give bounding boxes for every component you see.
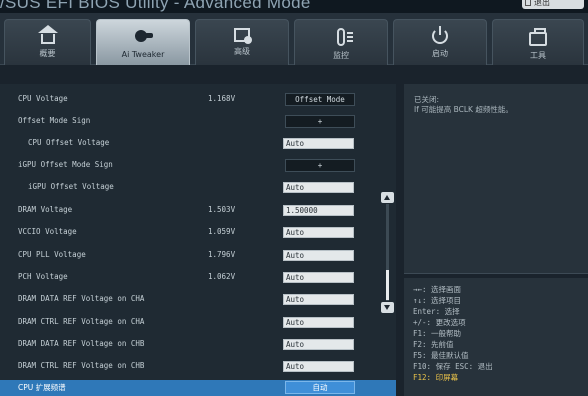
scroll-down-icon[interactable] [381,302,394,313]
key-hint: →←: 选择画面 [413,285,462,294]
tab-boot[interactable]: 启动 [393,19,487,65]
setting-row-pch-voltage[interactable]: PCH Voltage 1.062V Auto [0,268,396,288]
setting-row-igpu-offset-mode-sign[interactable]: iGPU Offset Mode Sign + [0,156,396,176]
tab-bar: 概要 Ai Tweaker 高级 监控 启动 工具 [0,13,588,65]
tab-label: 启动 [432,49,448,58]
key-legend: →←: 选择画面 ↑↓: 选择项目 Enter: 选择 +/-: 更改选项 F1… [404,278,588,396]
setting-input[interactable]: Auto [283,339,354,350]
tab-label: 高级 [234,47,250,56]
monitor-icon [337,28,353,46]
setting-value: 1.503V [208,205,236,214]
setting-input[interactable]: Auto [283,138,354,149]
tab-ai-tweaker[interactable]: Ai Tweaker [96,19,190,65]
help-panel: 已关闭: If 可能提高 BCLK 超频性能。 [404,84,588,274]
setting-label: DRAM CTRL REF Voltage on CHA [18,317,145,326]
setting-input[interactable]: Auto [283,317,354,328]
home-icon [37,25,58,44]
key-hint: F2: 先前值 [413,340,454,349]
setting-input[interactable]: Auto [283,272,354,283]
setting-label: DRAM CTRL REF Voltage on CHB [18,361,145,370]
key-hint: ↑↓: 选择项目 [413,296,462,305]
setting-label: CPU Voltage [18,94,68,103]
setting-option-button[interactable]: 自动 [285,381,355,394]
tweaker-icon [133,28,153,46]
tab-overview[interactable]: 概要 [4,19,91,65]
setting-option-button[interactable]: + [285,115,355,128]
setting-label: Offset Mode Sign [18,116,91,125]
tool-icon [529,28,547,46]
key-hint: F5: 最佳默认值 [413,351,469,360]
setting-row-dram-ctrl-ref-chb[interactable]: DRAM CTRL REF Voltage on CHB Auto [0,357,396,377]
title-bar: /SUS EFI BIOS Utility - Advanced Mode 退出 [0,0,588,13]
setting-label: CPU PLL Voltage [18,250,86,259]
tab-monitor[interactable]: 监控 [294,19,388,65]
setting-row-dram-voltage[interactable]: DRAM Voltage 1.503V 1.50000 [0,201,396,221]
setting-row-igpu-offset-voltage[interactable]: iGPU Offset Voltage Auto [0,178,396,198]
setting-input[interactable]: Auto [283,227,354,238]
setting-row-cpu-spread-spectrum[interactable]: CPU 扩展频谱 自动 [0,380,396,396]
setting-input[interactable]: Auto [283,250,354,261]
setting-label: iGPU Offset Mode Sign [18,160,113,169]
boot-icon [432,26,448,44]
scroll-thumb[interactable] [386,270,389,300]
tab-label: 监控 [333,51,349,60]
setting-value: 1.059V [208,227,236,236]
help-text-line: If 可能提高 BCLK 超频性能。 [414,105,513,114]
setting-label: CPU 扩展频谱 [18,383,66,392]
tab-advanced[interactable]: 高级 [195,19,289,65]
setting-input[interactable]: 1.50000 [283,205,354,216]
advanced-icon [234,28,252,44]
setting-label: CPU Offset Voltage [28,138,110,147]
setting-label: iGPU Offset Voltage [28,182,114,191]
settings-panel: CPU Voltage 1.168V Offset Mode Offset Mo… [0,84,396,396]
tab-tool[interactable]: 工具 [492,19,584,65]
key-hint: F10: 保存 ESC: 退出 [413,362,493,371]
setting-option-button[interactable]: + [285,159,355,172]
setting-label: DRAM DATA REF Voltage on CHA [18,294,145,303]
setting-row-vccio-voltage[interactable]: VCCIO Voltage 1.059V Auto [0,223,396,243]
app-title: /SUS EFI BIOS Utility - Advanced Mode [0,0,311,12]
setting-input[interactable]: Auto [283,361,354,372]
setting-row-dram-data-ref-cha[interactable]: DRAM DATA REF Voltage on CHA Auto [0,290,396,310]
tab-label: 工具 [530,51,546,60]
setting-row-cpu-offset-voltage[interactable]: CPU Offset Voltage Auto [0,134,396,154]
setting-value: 1.062V [208,272,236,281]
setting-value: 1.796V [208,250,236,259]
key-hint: +/-: 更改选项 [413,318,466,327]
setting-row-dram-ctrl-ref-cha[interactable]: DRAM CTRL REF Voltage on CHA Auto [0,313,396,333]
tab-label: 概要 [39,49,56,58]
setting-label: DRAM Voltage [18,205,73,214]
setting-label: VCCIO Voltage [18,227,77,236]
setting-input[interactable]: Auto [283,294,354,305]
tab-label: Ai Tweaker [121,50,165,59]
setting-option-button[interactable]: Offset Mode [285,93,355,106]
setting-input[interactable]: Auto [283,182,354,193]
setting-label: DRAM DATA REF Voltage on CHB [18,339,145,348]
key-hint: F12: 印屏幕 [413,373,459,382]
key-hint: Enter: 选择 [413,307,460,316]
exit-icon [525,0,531,6]
setting-row-dram-data-ref-chb[interactable]: DRAM DATA REF Voltage on CHB Auto [0,335,396,355]
exit-label: 退出 [534,0,550,7]
exit-button[interactable]: 退出 [522,0,584,9]
key-hint: F1: 一般帮助 [413,329,462,338]
setting-value: 1.168V [208,94,236,103]
setting-label: PCH Voltage [18,272,68,281]
setting-row-offset-mode-sign[interactable]: Offset Mode Sign + [0,112,396,132]
scroll-up-icon[interactable] [381,192,394,203]
setting-row-cpu-voltage[interactable]: CPU Voltage 1.168V Offset Mode [0,90,396,110]
scrollbar[interactable] [381,192,395,316]
setting-row-cpu-pll-voltage[interactable]: CPU PLL Voltage 1.796V Auto [0,246,396,266]
divider [404,273,588,274]
